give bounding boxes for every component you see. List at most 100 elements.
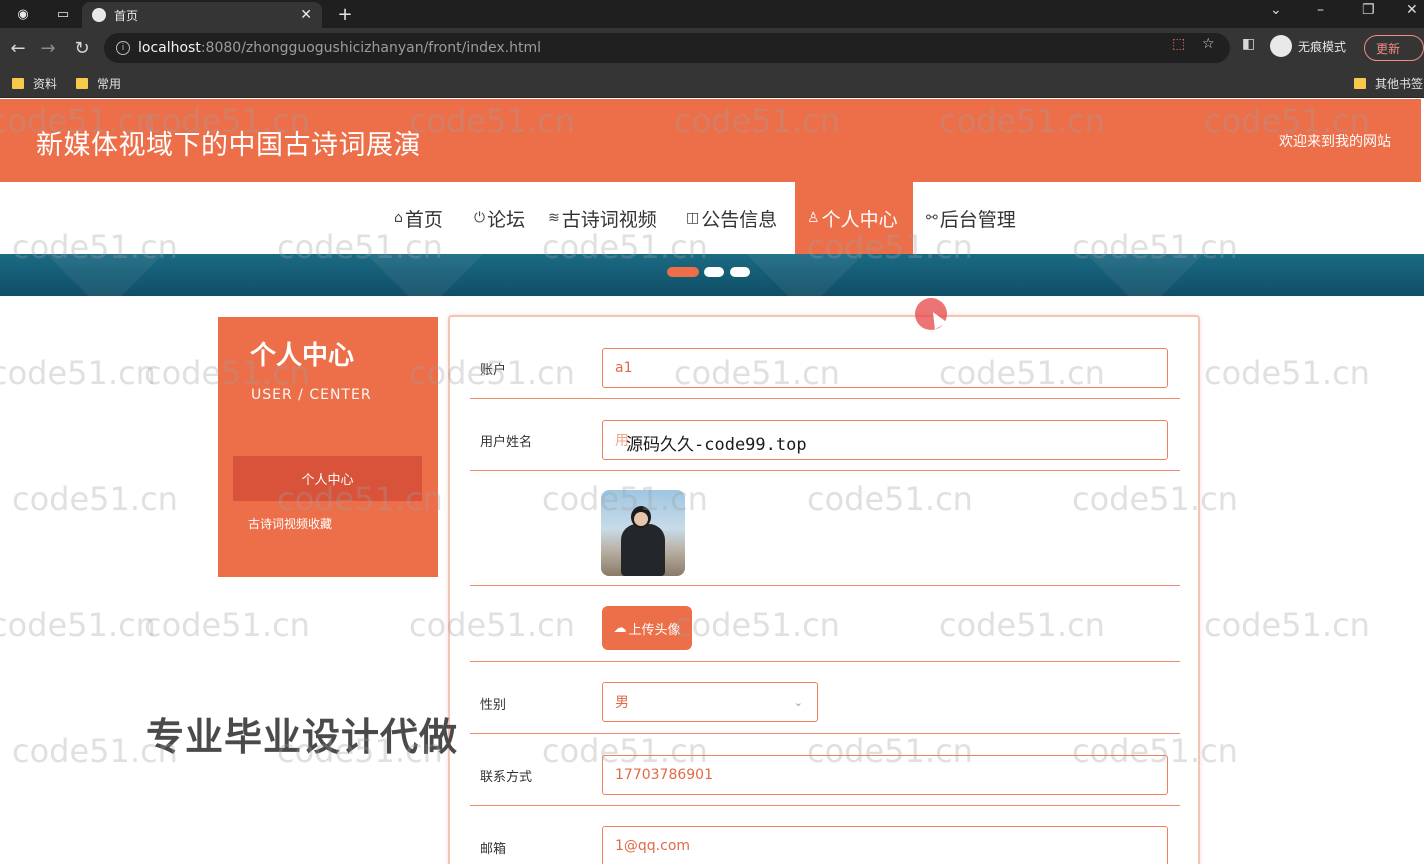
phone-label: 联系方式 xyxy=(480,770,533,785)
carousel-dot[interactable] xyxy=(730,267,750,277)
nav-item-announcements[interactable]: ◫ 公告信息 xyxy=(686,182,777,254)
folder-icon xyxy=(1354,78,1366,89)
nav-item-videos[interactable]: ≋ 古诗词视频 xyxy=(548,182,657,254)
sidebar-title: 个人中心 xyxy=(250,341,355,371)
carousel-dot[interactable] xyxy=(704,267,724,277)
welcome-text: 欢迎来到我的网站 xyxy=(1279,134,1391,150)
browser-menu-icon[interactable]: ◉ xyxy=(12,4,34,24)
tab-list-chevron-icon[interactable]: ⌄ xyxy=(1270,2,1282,18)
watermark: code51.cn xyxy=(0,354,156,392)
carousel-dot-active[interactable] xyxy=(667,267,699,277)
nav-item-home[interactable]: ⌂ 首页 xyxy=(394,182,443,254)
url-host: localhost xyxy=(138,40,201,56)
account-value: a1 xyxy=(615,360,633,376)
other-bookmarks-label: 其他书签 xyxy=(1375,77,1424,91)
folder-icon xyxy=(76,78,88,89)
watermark: code51.cn xyxy=(0,606,156,644)
nav-label: 论坛 xyxy=(487,208,526,231)
gender-label: 性别 xyxy=(480,698,507,713)
gender-select[interactable]: 男 ⌄ xyxy=(602,682,818,722)
main-nav: ⌂ 首页 ⏻ 论坛 ≋ 古诗词视频 ◫ 公告信息 ♙ 个人中心 ⚯ 后台管理 xyxy=(0,182,1424,254)
bookmark-folder-0[interactable]: 资料 xyxy=(12,75,57,92)
site-info-icon[interactable]: i xyxy=(116,41,130,55)
side-panel-icon[interactable]: ◧ xyxy=(1242,36,1255,52)
incognito-label: 无痕模式 xyxy=(1298,39,1347,54)
account-input[interactable]: a1 xyxy=(602,348,1168,388)
avatar-figure-body xyxy=(621,524,665,576)
layers-icon: ≋ xyxy=(548,210,560,226)
sidebar-item-video-favorites[interactable]: 古诗词视频收藏 xyxy=(248,515,332,532)
tab-title: 首页 xyxy=(114,8,139,23)
nav-label: 首页 xyxy=(404,208,443,231)
address-bar: ← → ↻ i localhost:8080/zhongguogushicizh… xyxy=(0,28,1424,68)
nav-item-admin[interactable]: ⚯ 后台管理 xyxy=(926,182,1016,254)
nav-label: 古诗词视频 xyxy=(561,208,657,231)
row-divider xyxy=(470,585,1180,586)
nav-label: 个人中心 xyxy=(821,208,898,231)
email-label: 邮箱 xyxy=(480,842,507,857)
window-close-icon[interactable]: ✕ xyxy=(1406,2,1418,18)
account-label: 账户 xyxy=(480,363,507,378)
site-header: 新媒体视域下的中国古诗词展演 欢迎来到我的网站 xyxy=(0,99,1421,182)
close-tab-icon[interactable]: ✕ xyxy=(300,7,312,23)
url-input[interactable]: i localhost:8080/zhongguogushicizhanyan/… xyxy=(104,33,1230,63)
row-divider xyxy=(470,398,1180,399)
promo-overlay-text: 专业毕业设计代做 xyxy=(146,715,459,759)
url-path: :8080/zhongguogushicizhanyan/front/index… xyxy=(200,40,541,56)
row-divider xyxy=(470,470,1180,471)
watermark: code51.cn xyxy=(1204,354,1370,392)
update-label: 更新 xyxy=(1376,41,1401,56)
upload-label: 上传头像 xyxy=(628,622,681,638)
browser-tab-bar: ◉ ▭ 首页 ✕ + ⌄ – ❐ ✕ xyxy=(0,0,1424,28)
banner-carousel xyxy=(0,254,1424,296)
row-divider xyxy=(470,661,1180,662)
watermark: code51.cn xyxy=(12,480,178,518)
sidebar-subtitle: USER / CENTER xyxy=(251,387,372,403)
nav-item-forum[interactable]: ⏻ 论坛 xyxy=(474,182,525,254)
email-input[interactable]: 1@qq.com xyxy=(602,826,1168,864)
sidebar-item-personal-center[interactable]: 个人中心 xyxy=(233,456,422,501)
gender-value: 男 xyxy=(615,695,629,711)
power-icon: ⏻ xyxy=(474,210,486,226)
banner-decoration xyxy=(41,254,169,296)
new-tab-icon[interactable]: + xyxy=(334,4,356,25)
nav-item-personal-center[interactable]: ♙ 个人中心 xyxy=(795,182,913,254)
user-icon: ♙ xyxy=(807,210,820,226)
banner-decoration xyxy=(1081,254,1209,296)
source-overlay-text: 源码久久-code99.top xyxy=(626,435,807,455)
user-center-sidebar: 个人中心 USER / CENTER 个人中心 古诗词视频收藏 xyxy=(218,317,438,577)
avatar-figure-face xyxy=(634,512,648,526)
bookmarks-bar: 资料 常用 其他书签 xyxy=(0,68,1424,98)
bookmark-star-icon[interactable]: ☆ xyxy=(1202,36,1215,52)
watermark: code51.cn xyxy=(1204,606,1370,644)
nav-label: 公告信息 xyxy=(701,208,778,231)
globe-icon xyxy=(92,8,106,22)
folder-icon xyxy=(12,78,24,89)
email-value: 1@qq.com xyxy=(615,838,691,854)
watermark: code51.cn xyxy=(144,606,310,644)
reload-icon[interactable]: ↻ xyxy=(70,36,94,60)
other-bookmarks[interactable]: 其他书签 xyxy=(1354,75,1423,92)
phone-input[interactable]: 17703786901 xyxy=(602,755,1168,795)
bookmark-label: 常用 xyxy=(97,77,122,91)
home-icon: ⌂ xyxy=(394,210,403,226)
upload-avatar-button[interactable]: ☁ 上传头像 xyxy=(602,606,692,650)
browser-tab-home[interactable]: 首页 ✕ xyxy=(82,2,322,28)
chevron-down-icon: ⌄ xyxy=(793,695,803,709)
name-label: 用户姓名 xyxy=(480,435,533,450)
bookmark-label: 资料 xyxy=(33,77,58,91)
back-icon[interactable]: ← xyxy=(6,36,30,60)
link-icon: ⚯ xyxy=(926,210,938,226)
bookmark-folder-1[interactable]: 常用 xyxy=(76,75,121,92)
tab-search-icon[interactable]: ▭ xyxy=(52,4,74,24)
banner-decoration xyxy=(741,254,869,296)
cloud-upload-icon: ☁ xyxy=(613,620,627,636)
book-icon: ◫ xyxy=(686,210,700,226)
incognito-indicator[interactable]: 无痕模式 xyxy=(1270,35,1346,57)
forward-icon[interactable]: → xyxy=(36,36,60,60)
restore-icon[interactable]: ❐ xyxy=(1362,2,1375,18)
update-button[interactable]: 更新 xyxy=(1364,35,1424,61)
site-title: 新媒体视域下的中国古诗词展演 xyxy=(36,130,421,161)
translate-icon[interactable]: ⬚ xyxy=(1172,36,1185,52)
minimize-icon[interactable]: – xyxy=(1317,2,1324,18)
